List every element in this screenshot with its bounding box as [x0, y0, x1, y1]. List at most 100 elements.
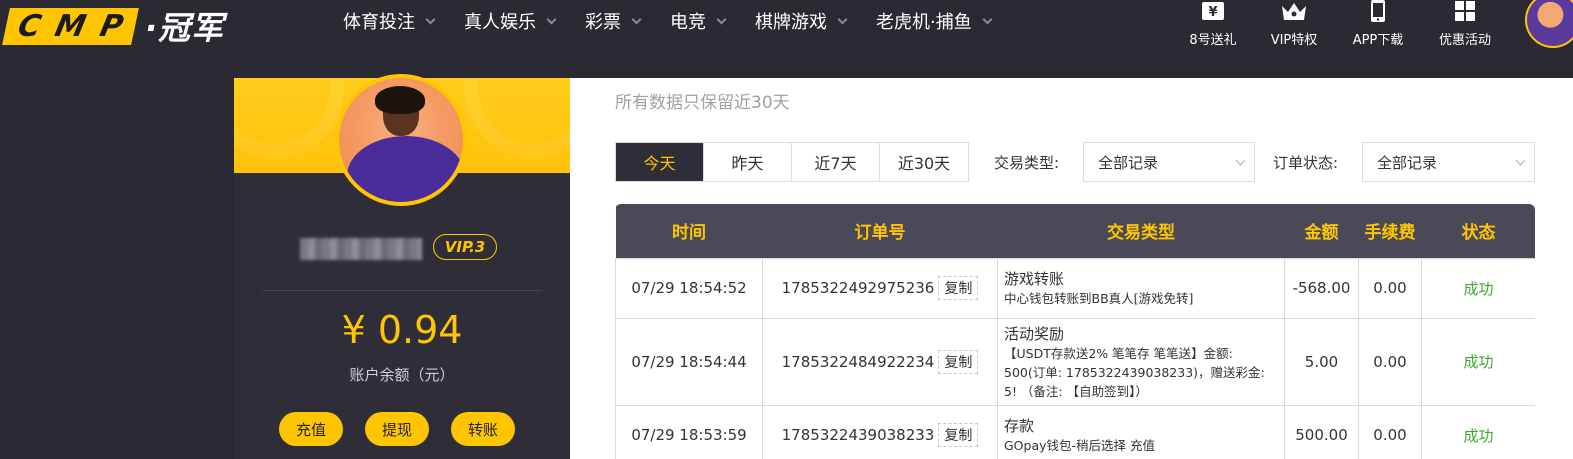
avatar-hair	[375, 86, 425, 114]
nav-item-live-casino[interactable]: 真人娱乐	[464, 10, 557, 33]
nav-item-esports[interactable]: 电竞	[670, 10, 727, 33]
column-header-status: 状态	[1421, 204, 1535, 258]
quick-link-promotions[interactable]: 优惠活动	[1437, 0, 1493, 48]
chevron-down-icon	[631, 14, 642, 24]
nav-label: 棋牌游戏	[755, 12, 827, 33]
cell-order: 1785322492975236 复制	[762, 257, 998, 319]
cell-fee: 0.00	[1358, 317, 1422, 406]
profile-panel: VIP.3 ¥ 0.94 账户余额（元） 充值 提现 转账	[234, 74, 570, 459]
table-row: 07/29 18:54:44 1785322484922234 复制 活动奖励【U…	[615, 317, 1535, 406]
banner-decoration	[234, 78, 344, 158]
cell-time: 07/29 18:54:44	[615, 317, 763, 406]
username-blurred	[300, 238, 422, 260]
nav-label: 体育投注	[343, 12, 415, 33]
quick-link-app[interactable]: APP下载	[1350, 0, 1406, 48]
logo-text: ·冠军	[145, 9, 225, 47]
banner-decoration	[464, 78, 570, 158]
quick-link-label: 优惠活动	[1438, 33, 1491, 48]
select-value: 全部记录	[1377, 153, 1438, 172]
chevron-down-icon	[716, 14, 727, 24]
quick-link-gift[interactable]: ¥ 8号送礼	[1187, 0, 1239, 48]
type-title: 活动奖励	[1004, 324, 1065, 343]
cell-amount: 5.00	[1284, 317, 1359, 406]
transactions-table: 时间 订单号 交易类型 金额 手续费 状态 07/29 18:54:52 178…	[615, 204, 1535, 459]
nav-label: 老虎机·捕鱼	[876, 12, 972, 33]
nav-item-sports[interactable]: 体育投注	[343, 10, 436, 33]
table-header-row: 时间 订单号 交易类型 金额 手续费 状态	[615, 204, 1535, 258]
chevron-down-icon	[837, 14, 848, 24]
cell-time: 07/29 18:53:59	[615, 404, 763, 459]
tab-yesterday[interactable]: 昨天	[704, 143, 792, 181]
quick-link-vip[interactable]: VIP特权	[1268, 0, 1320, 48]
vip-badge: VIP.3	[433, 234, 497, 260]
main-menu: 体育投注 真人娱乐 彩票 电竞 棋牌游戏 老虎机·捕鱼	[343, 10, 1021, 33]
column-header-fee: 手续费	[1358, 204, 1422, 258]
order-status-label: 订单状态:	[1273, 154, 1339, 172]
nav-label: 电竞	[670, 12, 706, 33]
order-number: 1785322484922234	[781, 352, 935, 371]
transaction-type-select[interactable]: 全部记录	[1083, 142, 1255, 182]
profile-avatar	[335, 74, 467, 206]
svg-text:¥: ¥	[1208, 5, 1217, 20]
logo[interactable]: C M P ·冠军	[2, 3, 225, 49]
nav-label: 真人娱乐	[464, 12, 536, 33]
transfer-button[interactable]: 转账	[451, 412, 515, 446]
deposit-button[interactable]: 充值	[279, 412, 343, 446]
select-value: 全部记录	[1098, 153, 1159, 172]
nav-item-lottery[interactable]: 彩票	[585, 10, 642, 33]
type-desc: 【USDT存款送2% 笔笔存 笔笔送】金额: 500(订单: 178532243…	[1004, 345, 1265, 399]
tab-today[interactable]: 今天	[616, 143, 704, 181]
logo-letter: P	[96, 8, 127, 44]
nav-item-chess-cards[interactable]: 棋牌游戏	[755, 10, 848, 33]
cell-order: 1785322439038233 复制	[762, 404, 998, 459]
avatar-body	[347, 136, 463, 202]
cell-time: 07/29 18:54:52	[615, 257, 763, 319]
chevron-down-icon	[982, 14, 993, 24]
chevron-down-icon	[1515, 155, 1526, 166]
order-status-select[interactable]: 全部记录	[1362, 142, 1535, 182]
chevron-down-icon	[546, 14, 557, 24]
copy-button[interactable]: 复制	[938, 349, 979, 374]
cell-fee: 0.00	[1358, 404, 1422, 459]
cell-status: 成功	[1421, 257, 1535, 319]
cell-amount: 500.00	[1284, 404, 1359, 459]
tab-last-7-days[interactable]: 近7天	[792, 143, 880, 181]
top-nav: C M P ·冠军 体育投注 真人娱乐 彩票 电竞 棋牌游戏 老虎机·捕鱼 ¥ …	[0, 0, 1573, 78]
column-header-order: 订单号	[762, 204, 998, 258]
type-title: 存款	[1004, 417, 1035, 435]
copy-button[interactable]: 复制	[938, 423, 979, 447]
type-title: 游戏转账	[1004, 270, 1065, 288]
retention-note: 所有数据只保留近30天	[615, 93, 790, 113]
gift-yen-icon: ¥	[1201, 0, 1225, 22]
phone-icon	[1369, 0, 1387, 22]
tab-last-30-days[interactable]: 近30天	[880, 143, 968, 181]
type-desc: 中心钱包转账到BB真人[游戏免转]	[1004, 291, 1194, 306]
copy-button[interactable]: 复制	[938, 276, 979, 300]
cell-type: 存款 GOpay钱包-稍后选择 充值	[997, 404, 1285, 459]
quick-link-label: APP下载	[1352, 33, 1404, 48]
order-number: 1785322439038233	[781, 426, 935, 444]
order-number: 1785322492975236	[781, 279, 935, 297]
table-row: 07/29 18:53:59 1785322439038233 复制 存款 GOpa…	[615, 404, 1535, 459]
cell-type: 活动奖励【USDT存款送2% 笔笔存 笔笔送】金额: 500(订单: 17853…	[997, 317, 1285, 406]
withdraw-button[interactable]: 提现	[365, 412, 429, 446]
cell-status: 成功	[1421, 317, 1535, 406]
cell-type: 游戏转账中心钱包转账到BB真人[游戏免转]	[997, 257, 1285, 319]
column-header-type: 交易类型	[997, 204, 1285, 258]
cell-amount: -568.00	[1284, 257, 1359, 319]
quick-link-label: VIP特权	[1270, 33, 1318, 48]
column-header-time: 时间	[615, 204, 763, 258]
logo-mark: C M P	[2, 7, 139, 45]
table-row: 07/29 18:54:52 1785322492975236 复制 游戏转账中心…	[615, 257, 1535, 319]
date-range-tabs: 今天 昨天 近7天 近30天	[615, 142, 969, 182]
column-header-amount: 金额	[1284, 204, 1359, 258]
user-avatar[interactable]	[1525, 0, 1573, 48]
quick-link-label: 8号送礼	[1189, 33, 1237, 48]
crown-icon	[1280, 0, 1308, 22]
transaction-type-label: 交易类型:	[994, 154, 1060, 172]
cell-fee: 0.00	[1358, 257, 1422, 319]
balance-label: 账户余额（元）	[349, 366, 455, 384]
type-desc: GOpay钱包-稍后选择 充值	[1004, 438, 1156, 453]
transactions-panel: 所有数据只保留近30天 今天 昨天 近7天 近30天 交易类型: 全部记录 订单…	[570, 78, 1573, 459]
nav-item-slots-fishing[interactable]: 老虎机·捕鱼	[876, 10, 993, 33]
